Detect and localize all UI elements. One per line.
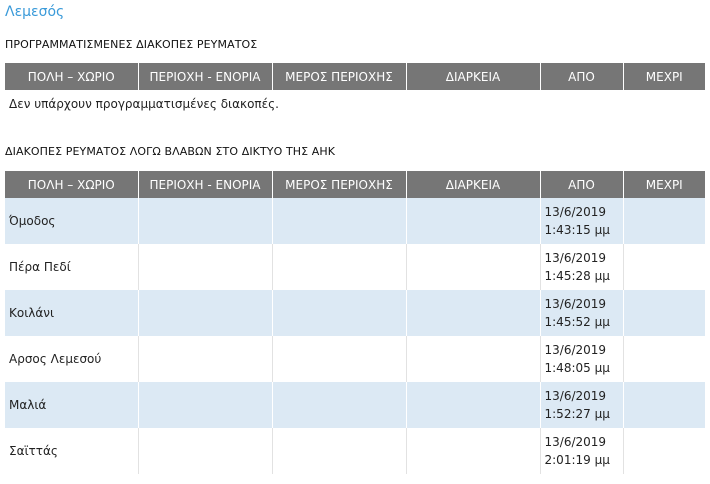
column-header-from: ΑΠΟ: [540, 171, 624, 198]
cell-area: [138, 244, 273, 290]
column-header-part: ΜΕΡΟΣ ΠΕΡΙΟΧΗΣ: [272, 171, 407, 198]
cell-to: [623, 198, 705, 244]
scheduled-outages-table: ΠΟΛΗ – ΧΩΡΙΟ ΠΕΡΙΟΧΗ - ΕΝΟΡΙΑ ΜΕΡΟΣ ΠΕΡΙ…: [5, 63, 705, 118]
cell-city: Κοιλάνι: [5, 290, 139, 336]
column-header-city: ΠΟΛΗ – ΧΩΡΙΟ: [5, 171, 139, 198]
cell-from: 13/6/2019 1:45:28 μμ: [540, 244, 624, 290]
column-header-to: ΜΕΧΡΙ: [623, 63, 705, 90]
cell-from: 13/6/2019 2:01:19 μμ: [540, 428, 624, 474]
column-header-part: ΜΕΡΟΣ ΠΕΡΙΟΧΗΣ: [272, 63, 407, 90]
table-header-row: ΠΟΛΗ – ΧΩΡΙΟ ΠΕΡΙΟΧΗ - ΕΝΟΡΙΑ ΜΕΡΟΣ ΠΕΡΙ…: [5, 63, 705, 90]
cell-area: [138, 198, 273, 244]
cell-city: Πέρα Πεδί: [5, 244, 139, 290]
from-time: 1:48:05 μμ: [544, 361, 610, 375]
fault-outages-title: ΔΙΑΚΟΠΕΣ ΡΕΥΜΑΤΟΣ ΛΟΓΩ ΒΛΑΒΩΝ ΣΤΟ ΔΙΚΤΥΟ…: [5, 145, 336, 158]
from-date: 13/6/2019: [544, 205, 607, 219]
table-row: Κοιλάνι 13/6/2019 1:45:52 μμ: [5, 290, 705, 336]
cell-duration: [406, 428, 541, 474]
column-header-duration: ΔΙΑΡΚΕΙΑ: [406, 171, 541, 198]
column-header-duration: ΔΙΑΡΚΕΙΑ: [406, 63, 541, 90]
table-row: Πέρα Πεδί 13/6/2019 1:45:28 μμ: [5, 244, 705, 290]
region-title: Λεμεσός: [5, 4, 65, 20]
cell-duration: [406, 336, 541, 382]
cell-city: Σαϊττάς: [5, 428, 139, 474]
cell-to: [623, 290, 705, 336]
table-row: Μαλιά 13/6/2019 1:52:27 μμ: [5, 382, 705, 428]
cell-area: [138, 336, 273, 382]
from-time: 1:45:28 μμ: [544, 269, 610, 283]
table-row: Όμοδος 13/6/2019 1:43:15 μμ: [5, 198, 705, 244]
cell-city: Όμοδος: [5, 198, 139, 244]
cell-area: [138, 290, 273, 336]
fault-outages-table: ΠΟΛΗ – ΧΩΡΙΟ ΠΕΡΙΟΧΗ - ΕΝΟΡΙΑ ΜΕΡΟΣ ΠΕΡΙ…: [5, 171, 705, 474]
cell-from: 13/6/2019 1:43:15 μμ: [540, 198, 624, 244]
column-header-to: ΜΕΧΡΙ: [623, 171, 705, 198]
table-row: Σαϊττάς 13/6/2019 2:01:19 μμ: [5, 428, 705, 474]
from-date: 13/6/2019: [544, 297, 607, 311]
from-date: 13/6/2019: [544, 389, 607, 403]
from-time: 1:45:52 μμ: [544, 315, 610, 329]
from-date: 13/6/2019: [544, 435, 607, 449]
cell-from: 13/6/2019 1:48:05 μμ: [540, 336, 624, 382]
cell-to: [623, 382, 705, 428]
cell-part: [272, 336, 407, 382]
cell-duration: [406, 244, 541, 290]
from-time: 2:01:19 μμ: [544, 453, 610, 467]
cell-city: Αρσος Λεμεσού: [5, 336, 139, 382]
cell-part: [272, 290, 407, 336]
scheduled-outages-title: ΠΡΟΓΡΑΜΜΑΤΙΣΜΕΝΕΣ ΔΙΑΚΟΠΕΣ ΡΕΥΜΑΤΟΣ: [5, 38, 258, 51]
empty-row: Δεν υπάρχουν προγραμματισμένες διακοπές.: [5, 90, 705, 118]
cell-part: [272, 198, 407, 244]
cell-area: [138, 428, 273, 474]
column-header-from: ΑΠΟ: [540, 63, 624, 90]
cell-part: [272, 428, 407, 474]
cell-part: [272, 244, 407, 290]
cell-from: 13/6/2019 1:45:52 μμ: [540, 290, 624, 336]
column-header-city: ΠΟΛΗ – ΧΩΡΙΟ: [5, 63, 139, 90]
from-date: 13/6/2019: [544, 251, 607, 265]
table-header-row: ΠΟΛΗ – ΧΩΡΙΟ ΠΕΡΙΟΧΗ - ΕΝΟΡΙΑ ΜΕΡΟΣ ΠΕΡΙ…: [5, 171, 705, 198]
column-header-area: ΠΕΡΙΟΧΗ - ΕΝΟΡΙΑ: [138, 63, 273, 90]
cell-area: [138, 382, 273, 428]
cell-to: [623, 336, 705, 382]
cell-city: Μαλιά: [5, 382, 139, 428]
cell-duration: [406, 382, 541, 428]
from-time: 1:43:15 μμ: [544, 223, 610, 237]
cell-part: [272, 382, 407, 428]
from-time: 1:52:27 μμ: [544, 407, 610, 421]
from-date: 13/6/2019: [544, 343, 607, 357]
cell-duration: [406, 290, 541, 336]
cell-duration: [406, 198, 541, 244]
table-row: Αρσος Λεμεσού 13/6/2019 1:48:05 μμ: [5, 336, 705, 382]
cell-to: [623, 244, 705, 290]
cell-to: [623, 428, 705, 474]
empty-message: Δεν υπάρχουν προγραμματισμένες διακοπές.: [5, 90, 705, 118]
column-header-area: ΠΕΡΙΟΧΗ - ΕΝΟΡΙΑ: [138, 171, 273, 198]
cell-from: 13/6/2019 1:52:27 μμ: [540, 382, 624, 428]
